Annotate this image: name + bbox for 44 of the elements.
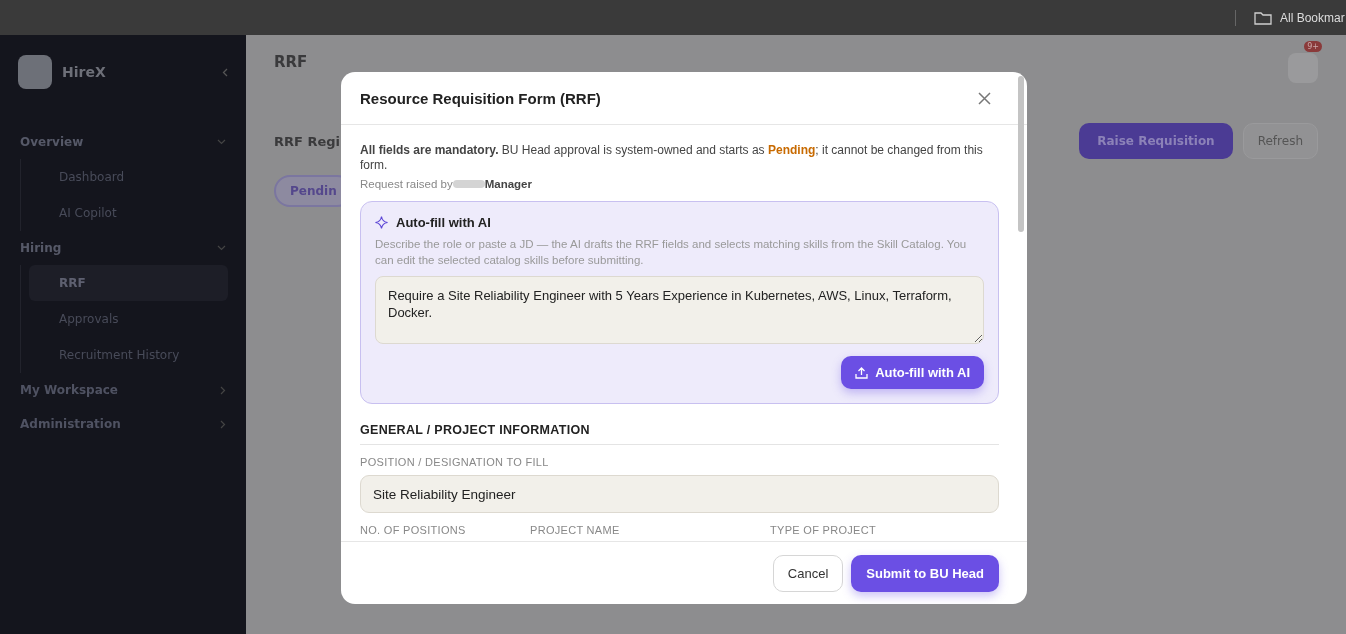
position-input[interactable]: Site Reliability Engineer — [360, 475, 999, 513]
sidebar-group[interactable]: Overview — [18, 125, 228, 159]
sidebar-group[interactable]: My Workspace — [18, 373, 228, 407]
chevron-icon[interactable] — [222, 67, 228, 77]
chevron-icon — [220, 385, 226, 395]
sidebar-item[interactable]: Dashboard — [29, 159, 228, 195]
bookmarks-link[interactable]: All Bookmar — [1280, 10, 1346, 25]
autofill-button[interactable]: Auto-fill with AI — [841, 356, 984, 389]
sparkle-icon — [375, 216, 388, 229]
brand-name: HireX — [62, 64, 107, 80]
field-label: PROJECT NAME — [530, 524, 621, 536]
refresh-button[interactable]: Refresh — [1242, 123, 1318, 159]
folder-icon[interactable] — [1254, 10, 1272, 25]
section-heading: GENERAL / PROJECT INFORMATION — [360, 423, 999, 445]
prompt-textarea[interactable]: Require a Site Reliability Engineer with 5 Years Experience in Kubernetes, AWS, Linux, Terraform, Docker. — [375, 276, 984, 344]
logo-icon — [18, 55, 52, 89]
sidebar-item[interactable]: Approvals — [29, 301, 228, 337]
page-title: RRF — [274, 53, 308, 73]
sidebar-group[interactable]: Hiring — [18, 231, 228, 265]
close-icon[interactable] — [978, 91, 991, 105]
submit-button[interactable]: Submit to BU Head — [851, 554, 999, 592]
scrollbar[interactable] — [1018, 76, 1024, 232]
raised-by-label: Request raised by — [360, 178, 453, 190]
autofill-title: Auto-fill with AI — [396, 215, 491, 230]
sidebar-group[interactable]: Administration — [18, 407, 228, 441]
chevron-icon — [217, 245, 226, 251]
section-title: RRF Regi — [274, 133, 340, 149]
sidebar-item[interactable]: Recruitment History — [29, 337, 228, 373]
raise-requisition-button[interactable]: Raise Requisition — [1079, 123, 1233, 159]
sidebar-item[interactable]: AI Copilot — [29, 195, 228, 231]
notice-text: All fields are mandatory. BU Head approval is system-owned and starts as Pending; it cannot be changed from this form. — [360, 143, 984, 173]
notification-badge: 9+ — [1304, 41, 1322, 52]
autofill-description: Describe the role or paste a JD — the AI drafts the RRF fields and selects matching skills from the Skill Catalog. You can edit the selected catalog skills before submitting. — [375, 237, 968, 268]
upload-icon — [855, 366, 869, 379]
cancel-button[interactable]: Cancel — [772, 554, 844, 592]
field-label: TYPE OF PROJECT — [770, 524, 876, 536]
chevron-icon — [217, 139, 226, 145]
sidebar-item[interactable]: RRF — [29, 265, 228, 301]
modal-title: Resource Requisition Form (RRF) — [360, 89, 601, 107]
redacted-name — [452, 180, 485, 188]
field-label: NO. OF POSITIONS — [360, 524, 467, 536]
raised-by-role: Manager — [484, 178, 532, 190]
field-label: POSITION / DESIGNATION TO FILL — [360, 456, 550, 468]
chevron-icon — [220, 419, 226, 429]
